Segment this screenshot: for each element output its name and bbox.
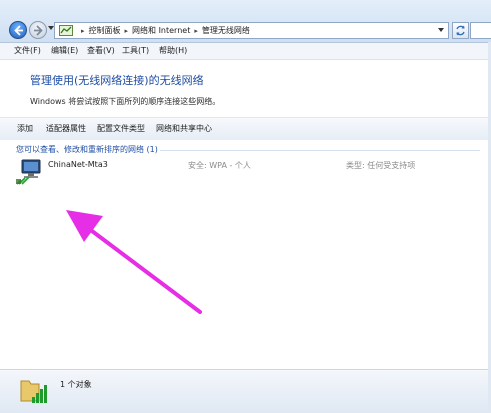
annotation-arrow-icon [66,210,202,314]
manage-wireless-networks-window: ▸ 控制面板 ▸ 网络和 Internet ▸ 管理无线网络 文件(F) 编辑(E) 查看… [0,0,491,413]
wireless-signal-folder-icon [20,380,47,403]
object-count: 1 个对象 [60,380,92,389]
details-pane: 1 个对象 [0,369,491,413]
